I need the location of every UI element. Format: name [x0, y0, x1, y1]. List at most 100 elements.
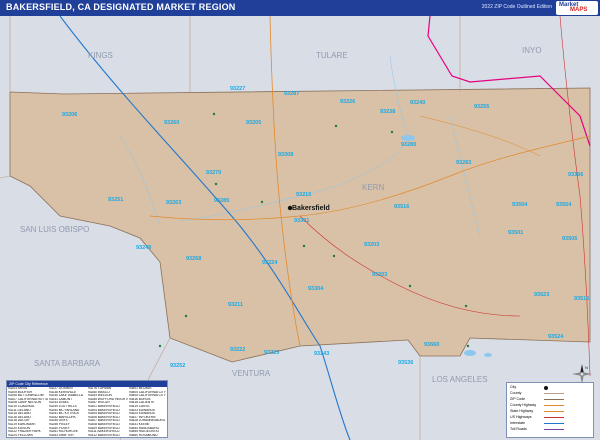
zip-label: 93252: [170, 363, 185, 369]
logo-text-bottom: MAPS: [570, 7, 588, 13]
toll-road-symbol: [544, 429, 564, 431]
town-marker[interactable]: [408, 284, 412, 288]
reference-table-column: 93276 TUPMAN 93280 WASCO 93283 WELDON 93…: [87, 387, 128, 437]
reference-row: 93312 BAKERSFIELD: [88, 433, 120, 437]
lake-south-2: [484, 353, 492, 357]
reference-row: 93224 FELLOWS: [8, 433, 33, 437]
zip-label: 93505: [562, 236, 577, 242]
zip-label: 93240: [410, 100, 425, 106]
town-marker[interactable]: [184, 314, 188, 318]
zip-label: 93211: [228, 302, 243, 308]
county-label-santa-barbara: SANTA BARBARA: [34, 359, 101, 368]
key-row-county-highway: County Highway: [510, 403, 590, 408]
zip-line-symbol: [544, 399, 564, 401]
zip-label: 93206: [62, 112, 77, 118]
key-row-interstate: Interstate: [510, 421, 590, 426]
zip-label: 93226: [340, 99, 355, 105]
reference-row: 93263 SHAFTER: [49, 433, 74, 437]
county-highway-symbol: [544, 405, 564, 407]
reference-table-column: 93203 ARVIN 93205 BODFISH 93206 BUTTONWI…: [7, 387, 48, 437]
zip-label: 93238: [380, 109, 395, 115]
zip-label: 93306: [568, 172, 583, 178]
zip-label: 93270: [206, 170, 221, 176]
town-marker[interactable]: [302, 244, 306, 248]
us-highway-symbol: [544, 417, 564, 419]
key-label: State Highway: [510, 409, 534, 413]
town-marker[interactable]: [334, 124, 338, 128]
zip-label: 93523: [534, 292, 549, 298]
zip-label: 93536: [398, 360, 413, 366]
compass-north-label: N: [585, 365, 588, 370]
zip-label: 93287: [284, 91, 299, 97]
zip-label: 93222: [230, 347, 245, 353]
town-marker[interactable]: [464, 304, 468, 308]
zip-label: 93268: [186, 256, 201, 262]
zip-label: 93225: [264, 350, 279, 356]
map-legend-key: City County ZIP Code County Highway Stat…: [506, 382, 594, 438]
zip-label: 93285: [214, 198, 229, 204]
map-title: BAKERSFIELD, CA DESIGNATED MARKET REGION: [6, 2, 236, 12]
reference-table-column: 93227 GOSHEN 93238 KERNVILLE 93240 LAKE …: [48, 387, 87, 437]
zip-label: 93554: [556, 202, 572, 208]
zip-label: 93203: [372, 272, 387, 278]
map-edition: 2022 ZIP Code Outlined Edition: [481, 4, 552, 10]
county-label-los-angeles: LOS ANGELES: [432, 375, 488, 384]
state-highway-symbol: [544, 411, 564, 413]
key-label: County: [510, 391, 522, 395]
key-row-toll-roads: Toll Roads: [510, 427, 590, 432]
town-marker[interactable]: [214, 182, 218, 186]
county-label-inyo: INYO: [522, 46, 542, 55]
key-label: Interstate: [510, 421, 525, 425]
zip-label: 93224: [262, 260, 278, 266]
zip-label: 93263: [166, 200, 181, 206]
reference-table-column: 93501 MOJAVE 93504 CALIFORNIA CITY 93505…: [128, 387, 167, 437]
county-label-san-luis-obispo: SAN LUIS OBISPO: [20, 225, 89, 234]
county-label-kern: KERN: [362, 183, 384, 192]
town-marker[interactable]: [390, 130, 394, 134]
zip-label: 93249: [136, 245, 151, 251]
interstate-symbol: [544, 423, 564, 425]
zip-label: 93516: [574, 296, 589, 302]
zip-label: 93243: [314, 351, 329, 357]
key-row-state-highway: State Highway: [510, 409, 590, 414]
zip-label: 93516: [394, 204, 409, 210]
zip-label: 93501: [508, 230, 523, 236]
key-label: Toll Roads: [510, 427, 527, 431]
zip-label: 93255: [474, 104, 489, 110]
town-marker[interactable]: [332, 254, 336, 258]
zip-label: 93560: [424, 342, 439, 348]
map-canvas[interactable]: KINGS TULARE INYO SAN LUIS OBISPO KERN S…: [0, 16, 600, 440]
zip-label: 93504: [512, 202, 528, 208]
key-label: ZIP Code: [510, 397, 526, 401]
market-maps-logo: Market MAPS: [556, 1, 598, 15]
county-label-ventura: VENTURA: [232, 369, 271, 378]
town-marker[interactable]: [466, 344, 470, 348]
zip-label: 93524: [548, 334, 564, 340]
zip-label: 93301: [294, 218, 309, 224]
zip-label: 93280: [401, 142, 416, 148]
compass-rose-icon: N: [572, 364, 592, 384]
key-row-county: County: [510, 391, 590, 396]
reference-row: 93560 ROSAMOND: [129, 433, 158, 437]
key-label: City: [510, 385, 517, 389]
zip-label: 93227: [230, 86, 245, 92]
zip-label: 93308: [278, 152, 293, 158]
compass-east-arrow: [582, 372, 592, 376]
city-symbol: [544, 385, 548, 390]
key-row-city: City: [510, 385, 590, 390]
zip-label: 93283: [456, 160, 471, 166]
zip-label: 93304: [308, 286, 324, 292]
county-label-tulare: TULARE: [316, 51, 348, 60]
town-marker[interactable]: [212, 112, 216, 116]
town-marker[interactable]: [260, 200, 264, 204]
reference-table-columns: 93203 ARVIN 93205 BODFISH 93206 BUTTONWI…: [7, 387, 167, 437]
key-row-zip: ZIP Code: [510, 397, 590, 402]
lake-south: [464, 350, 476, 356]
town-marker[interactable]: [158, 344, 162, 348]
key-row-us-highway: US Highways: [510, 415, 590, 420]
zip-label: 93251: [108, 197, 123, 203]
zip-label: 93260: [164, 120, 179, 126]
zip-label: 93215: [296, 192, 311, 198]
title-bar: BAKERSFIELD, CA DESIGNATED MARKET REGION…: [0, 0, 600, 16]
city-label-bakersfield: Bakersfield: [292, 205, 330, 212]
